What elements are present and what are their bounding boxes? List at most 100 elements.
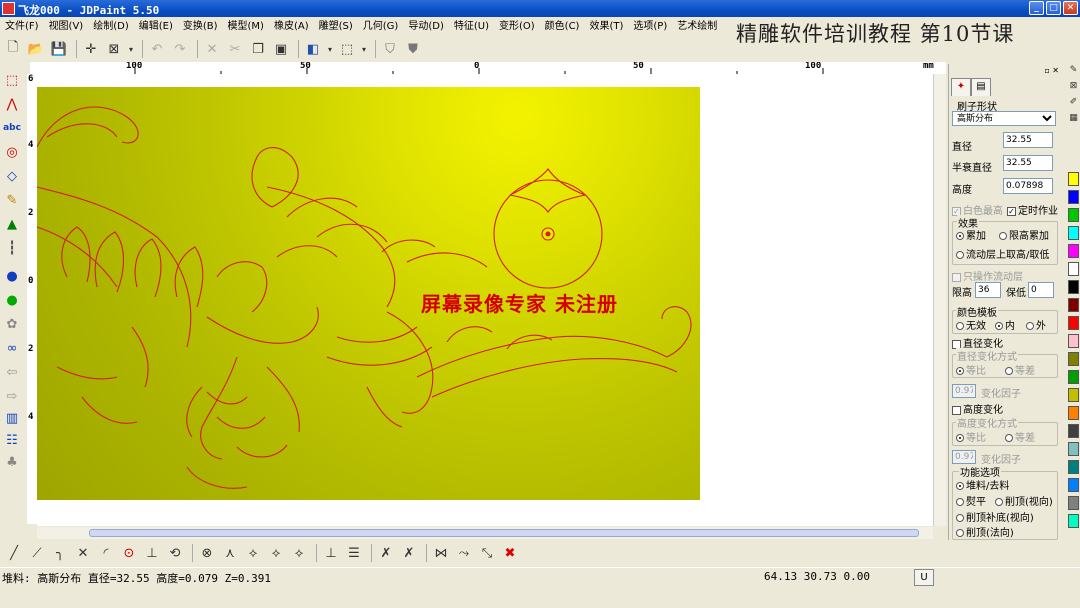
effect-add-radio[interactable] — [956, 232, 964, 240]
select-rect-icon[interactable]: ⬚ — [2, 70, 22, 90]
diameter-input[interactable] — [1003, 132, 1053, 148]
align-bottom-icon[interactable]: ⊥ — [321, 543, 341, 563]
menu-item[interactable]: 导动(D) — [403, 17, 449, 36]
menu-item[interactable]: 特征(U) — [449, 17, 494, 36]
color-swatch[interactable] — [1068, 172, 1079, 186]
dropdown-arrow-icon[interactable]: ▾ — [127, 39, 135, 59]
func-pile-radio[interactable] — [956, 482, 964, 490]
limit-high-input[interactable] — [975, 282, 1001, 298]
effect-limit-radio[interactable] — [999, 232, 1007, 240]
scale-icon[interactable]: ⤡ — [477, 543, 497, 563]
height-gauge-icon[interactable]: ┇ — [2, 238, 22, 258]
color-swatch[interactable] — [1068, 388, 1079, 402]
copy-icon[interactable]: ❐ — [248, 39, 268, 59]
color-swatch[interactable] — [1068, 280, 1079, 294]
horizontal-scrollbar[interactable] — [37, 527, 933, 539]
circle-node-icon[interactable]: ⊙ — [119, 543, 139, 563]
height-factor-input[interactable] — [952, 450, 976, 464]
select-box-icon[interactable]: ⊠ — [104, 39, 124, 59]
minimize-icon[interactable]: _ — [1029, 1, 1044, 15]
smooth-icon[interactable]: ✿ — [2, 314, 22, 334]
height-ratio-radio[interactable] — [956, 434, 964, 442]
cut-icon[interactable]: ✂ — [225, 39, 245, 59]
timed-work-option[interactable]: ✓ 定时作业 — [1007, 202, 1058, 217]
menu-item[interactable]: 颜色(C) — [540, 17, 585, 36]
func-cut-fill-radio[interactable] — [956, 514, 964, 522]
color-swatch[interactable] — [1068, 514, 1079, 528]
snap-off-alt-icon[interactable]: ✗ — [399, 543, 419, 563]
perpendicular-icon[interactable]: ⊥ — [142, 543, 162, 563]
timed-work-checkbox[interactable]: ✓ — [1007, 206, 1016, 216]
brush-icon[interactable]: ✎ — [2, 190, 22, 210]
color-swatch[interactable] — [1068, 226, 1079, 240]
diamond-alt-icon[interactable]: ⟡ — [266, 543, 286, 563]
diamond-multi-icon[interactable]: ⟡ — [289, 543, 309, 563]
menu-item[interactable]: 编辑(E) — [134, 17, 178, 36]
color-swatch[interactable] — [1068, 298, 1079, 312]
menu-item[interactable]: 效果(T) — [584, 17, 628, 36]
dropdown-arrow-icon[interactable]: ▾ — [360, 39, 368, 59]
undo-icon[interactable]: ↶ — [147, 39, 167, 59]
menu-item[interactable]: 绘制(D) — [88, 17, 134, 36]
grid-icon[interactable]: ☷ — [2, 430, 22, 450]
color-swatch[interactable] — [1068, 442, 1079, 456]
color-outside-radio[interactable] — [1026, 322, 1034, 330]
bulb-icon[interactable]: ● — [2, 266, 22, 286]
height-diff-radio[interactable] — [1005, 434, 1013, 442]
diameter-diff-radio[interactable] — [1005, 367, 1013, 375]
mesh-icon[interactable]: ⋈ — [431, 543, 451, 563]
half-decay-input[interactable] — [1003, 155, 1053, 171]
line-tool-icon[interactable]: ╱ — [4, 543, 24, 563]
stamp-icon[interactable]: ♣ — [2, 452, 22, 472]
color-swatch[interactable] — [1068, 244, 1079, 258]
effect-limit-option[interactable]: 限高累加 — [999, 227, 1049, 242]
diameter-ratio-option[interactable]: 等比 — [956, 362, 986, 377]
maximize-icon[interactable]: □ — [1046, 1, 1061, 15]
func-flatten-radio[interactable] — [956, 498, 964, 506]
arc-tool-icon[interactable]: ◜ — [96, 543, 116, 563]
keep-low-input[interactable] — [1028, 282, 1054, 298]
menu-item[interactable]: 模型(M) — [223, 17, 269, 36]
close-icon[interactable]: ✕ — [1063, 1, 1078, 15]
color-swatch[interactable] — [1068, 352, 1079, 366]
color-swatch[interactable] — [1068, 208, 1079, 222]
scrollbar-thumb[interactable] — [89, 529, 919, 537]
crosshair-icon[interactable]: ✛ — [81, 39, 101, 59]
paste-icon[interactable]: ▣ — [271, 39, 291, 59]
node-edit-icon[interactable]: ⋀ — [2, 94, 22, 114]
menu-item[interactable]: 艺术绘制 — [672, 17, 722, 36]
menu-item[interactable]: 橡皮(A) — [269, 17, 314, 36]
func-cut-normal-option[interactable]: 削顶(法向) — [956, 524, 1014, 539]
align-stack-icon[interactable]: ☰ — [344, 543, 364, 563]
palette-grid-icon[interactable]: ▦ — [1068, 112, 1079, 124]
height-input[interactable] — [1003, 178, 1053, 194]
only-flow-option[interactable]: 只操作流动层 — [952, 268, 1023, 283]
func-cut-top-option[interactable]: 削顶(视向) — [995, 493, 1053, 508]
shield-icon[interactable]: ⛉ — [380, 39, 400, 59]
color-swatch[interactable] — [1068, 316, 1079, 330]
effect-flow-option[interactable]: 流动层上取高/取低 — [956, 246, 1049, 261]
pile-icon[interactable]: ▲ — [2, 214, 22, 234]
height-change-option[interactable]: 高度变化 — [952, 401, 1003, 416]
delete-icon[interactable]: ✕ — [202, 39, 222, 59]
height-ratio-option[interactable]: 等比 — [956, 429, 986, 444]
new-file-icon[interactable]: 🗋 — [3, 39, 23, 59]
balloon-icon[interactable]: ● — [2, 290, 22, 310]
menu-item[interactable]: 雕塑(S) — [314, 17, 358, 36]
height-diff-option[interactable]: 等差 — [1005, 429, 1035, 444]
link-icon[interactable]: ∞ — [2, 338, 22, 358]
fillet-tool-icon[interactable]: ╮ — [50, 543, 70, 563]
view-3d-icon[interactable]: ◧ — [303, 39, 323, 59]
dropdown-arrow-icon[interactable]: ▾ — [326, 39, 334, 59]
save-icon[interactable]: 💾 — [49, 39, 69, 59]
redo-icon[interactable]: ↷ — [170, 39, 190, 59]
color-swatch[interactable] — [1068, 370, 1079, 384]
point-icon[interactable]: ⊗ — [197, 543, 217, 563]
func-cut-normal-radio[interactable] — [956, 529, 964, 537]
height-change-checkbox[interactable] — [952, 405, 961, 415]
tab-brush-icon[interactable]: ✦ — [951, 78, 971, 96]
color-swatch[interactable] — [1068, 334, 1079, 348]
effect-flow-radio[interactable] — [956, 251, 964, 259]
vertical-scrollbar[interactable] — [933, 74, 946, 526]
color-swatch[interactable] — [1068, 496, 1079, 510]
